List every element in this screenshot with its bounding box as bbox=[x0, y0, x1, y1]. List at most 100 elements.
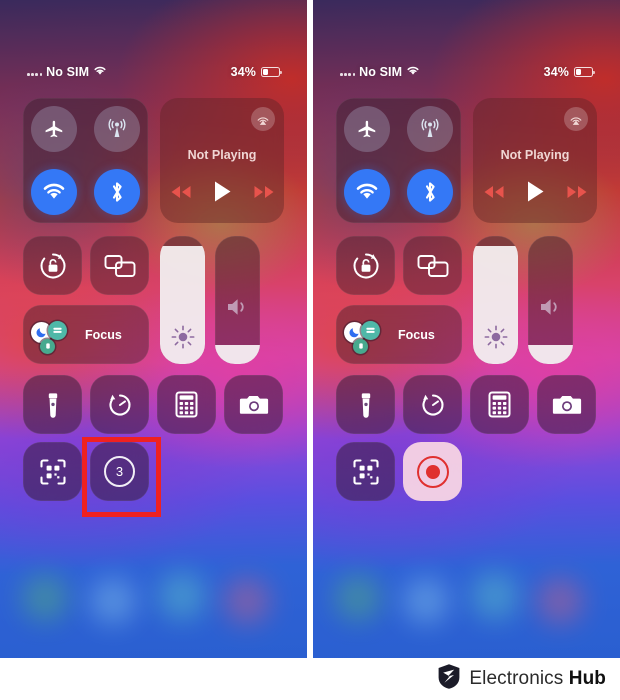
timer-icon bbox=[108, 393, 131, 416]
flashlight-button[interactable] bbox=[336, 375, 395, 434]
rewind-icon bbox=[171, 185, 190, 198]
volume-slider[interactable] bbox=[215, 236, 260, 364]
media-transport-controls bbox=[160, 180, 284, 208]
screen-mirroring-button[interactable] bbox=[403, 236, 462, 295]
fast-forward-button[interactable] bbox=[253, 185, 275, 204]
wallpaper-blob bbox=[471, 572, 519, 620]
volume-slider[interactable] bbox=[528, 236, 573, 364]
screen-mirroring-icon bbox=[417, 254, 448, 277]
calculator-button[interactable] bbox=[157, 375, 216, 434]
sleep-icon bbox=[361, 320, 380, 340]
cellular-data-toggle[interactable] bbox=[406, 106, 453, 153]
focus-button[interactable]: Focus bbox=[336, 305, 462, 364]
fast-forward-icon bbox=[567, 185, 586, 198]
utility-row bbox=[336, 442, 597, 501]
status-bar-right: 34% bbox=[543, 65, 595, 79]
screen-mirroring-button[interactable] bbox=[90, 236, 149, 295]
utility-row bbox=[336, 375, 597, 434]
airplane-mode-toggle[interactable] bbox=[344, 106, 391, 153]
wifi-toggle[interactable] bbox=[31, 168, 78, 215]
battery-percent-label: 34% bbox=[543, 65, 569, 79]
battery-icon bbox=[261, 67, 282, 77]
bluetooth-toggle[interactable] bbox=[406, 168, 453, 215]
fast-forward-button[interactable] bbox=[566, 185, 588, 204]
brightness-slider[interactable] bbox=[473, 236, 518, 364]
bluetooth-icon bbox=[425, 182, 435, 202]
flashlight-icon bbox=[361, 392, 370, 418]
wallpaper-blob bbox=[537, 578, 583, 624]
status-bar-left: No SIM bbox=[340, 65, 420, 79]
signal-dots-icon bbox=[27, 68, 43, 76]
phone-panel-right: No SIM 34% Not Playing Focus bbox=[313, 0, 620, 658]
flashlight-icon bbox=[48, 392, 57, 418]
camera-button[interactable] bbox=[537, 375, 596, 434]
play-button[interactable] bbox=[213, 180, 232, 208]
timer-button[interactable] bbox=[90, 375, 149, 434]
play-icon bbox=[214, 181, 230, 202]
camera-button[interactable] bbox=[224, 375, 283, 434]
brightness-sun-icon bbox=[473, 236, 518, 364]
focus-badges bbox=[31, 315, 83, 355]
airplay-icon bbox=[570, 117, 582, 125]
calculator-icon bbox=[175, 391, 198, 418]
wifi-icon bbox=[356, 184, 378, 199]
wallpaper-blob bbox=[22, 575, 68, 621]
brand-name-bold: Hub bbox=[568, 668, 606, 689]
wallpaper-blob bbox=[158, 572, 206, 620]
carrier-label: No SIM bbox=[46, 65, 90, 79]
wifi-icon bbox=[406, 65, 420, 79]
rotation-lock-button[interactable] bbox=[336, 236, 395, 295]
play-button[interactable] bbox=[526, 180, 545, 208]
screen-record-active-icon bbox=[416, 455, 449, 488]
signal-dots-icon bbox=[340, 68, 356, 76]
focus-button[interactable]: Focus bbox=[23, 305, 149, 364]
calculator-icon bbox=[488, 391, 511, 418]
qr-scanner-button[interactable] bbox=[23, 442, 82, 501]
bluetooth-toggle[interactable] bbox=[93, 168, 140, 215]
dual-phone-comparison: No SIM 34% Not Playing Focus 3 No SIM 34… bbox=[0, 0, 620, 700]
brightness-sun-icon bbox=[160, 236, 205, 364]
cellular-antenna-icon bbox=[421, 119, 439, 138]
fast-forward-icon bbox=[254, 185, 273, 198]
qr-scanner-icon bbox=[352, 458, 379, 485]
status-bar: No SIM 34% bbox=[0, 62, 307, 82]
screen-recording-button[interactable] bbox=[403, 442, 462, 501]
flashlight-button[interactable] bbox=[23, 375, 82, 434]
airplane-icon bbox=[45, 121, 63, 138]
calculator-button[interactable] bbox=[470, 375, 529, 434]
wallpaper-blob bbox=[403, 578, 449, 624]
airplane-mode-toggle[interactable] bbox=[31, 106, 78, 153]
wallpaper-blob bbox=[224, 578, 270, 624]
speaker-volume-icon bbox=[528, 236, 573, 364]
media-module: Not Playing bbox=[160, 98, 284, 223]
footer-branding: Electronics Hub bbox=[0, 658, 620, 700]
wallpaper-blob bbox=[335, 575, 381, 621]
utility-grid bbox=[336, 375, 597, 509]
rotation-lock-button[interactable] bbox=[23, 236, 82, 295]
battery-percent-label: 34% bbox=[230, 65, 256, 79]
shield-logo-icon bbox=[437, 663, 461, 695]
wifi-toggle[interactable] bbox=[344, 168, 391, 215]
focus-label: Focus bbox=[398, 327, 435, 342]
airplay-button[interactable] bbox=[564, 107, 588, 131]
personal-icon bbox=[40, 338, 55, 354]
personal-icon bbox=[353, 338, 368, 354]
airplay-button[interactable] bbox=[251, 107, 275, 131]
phone-panel-left: No SIM 34% Not Playing Focus 3 bbox=[0, 0, 307, 658]
utility-row bbox=[23, 375, 284, 434]
now-playing-label: Not Playing bbox=[500, 148, 570, 162]
screen-mirroring-icon bbox=[104, 254, 135, 277]
connectivity-module bbox=[336, 98, 461, 223]
camera-icon bbox=[239, 395, 268, 414]
timer-button[interactable] bbox=[403, 375, 462, 434]
qr-scanner-button[interactable] bbox=[336, 442, 395, 501]
play-icon bbox=[527, 181, 543, 202]
cellular-antenna-icon bbox=[108, 119, 126, 138]
brightness-slider[interactable] bbox=[160, 236, 205, 364]
rotation-lock-icon bbox=[40, 253, 65, 278]
rewind-button[interactable] bbox=[170, 185, 192, 204]
sleep-icon bbox=[48, 320, 67, 340]
cellular-data-toggle[interactable] bbox=[93, 106, 140, 153]
rewind-button[interactable] bbox=[483, 185, 505, 204]
media-transport-controls bbox=[473, 180, 597, 208]
